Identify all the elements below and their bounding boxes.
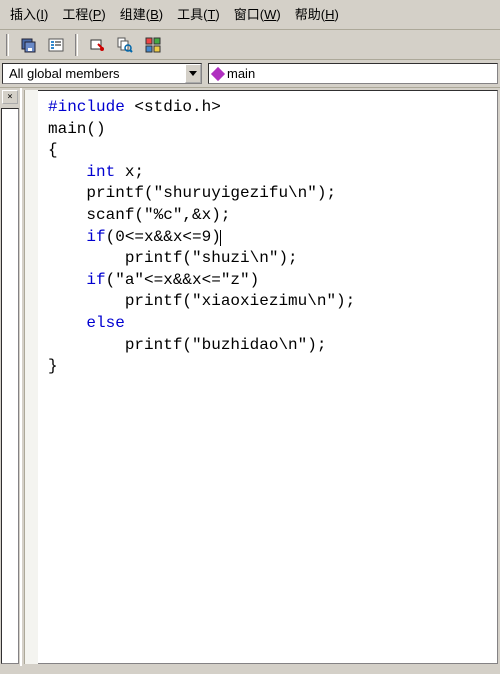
external-tool-button[interactable] — [86, 34, 108, 56]
main-area: × #include <stdio.h> main() { int x; pri… — [0, 88, 500, 666]
close-panel-button[interactable]: × — [2, 90, 18, 104]
menu-window[interactable]: 窗口(W) — [228, 2, 287, 25]
code-text: (0<=x&&x<=9) — [106, 228, 221, 246]
keyword-if: if — [86, 271, 105, 289]
include-file: <stdio.h> — [125, 98, 221, 116]
options-button[interactable] — [142, 34, 164, 56]
editor-gutter — [24, 90, 38, 664]
code-line: } — [48, 357, 58, 375]
function-combo[interactable]: main — [208, 63, 498, 84]
code-line: printf("buzhidao\n"); — [48, 336, 326, 354]
save-all-button[interactable] — [17, 34, 39, 56]
menubar: 插入(I) 工程(P) 组建(B) 工具(T) 窗口(W) 帮助(H) — [0, 0, 500, 30]
class-view-tree[interactable] — [1, 108, 19, 664]
code-line: printf("shuruyigezifu\n"); — [48, 184, 336, 202]
code-line: { — [48, 141, 58, 159]
code-line: main() — [48, 120, 106, 138]
code-text: ("a"<=x&&x<="z") — [106, 271, 260, 289]
find-in-files-button[interactable] — [114, 34, 136, 56]
menu-build[interactable]: 组建(B) — [114, 2, 169, 25]
text-caret — [220, 230, 221, 246]
toolbar-grip — [6, 34, 9, 56]
keyword-int: int — [86, 163, 115, 181]
function-icon — [211, 66, 225, 80]
scope-combo-text: All global members — [3, 66, 185, 81]
list-members-button[interactable] — [45, 34, 67, 56]
menu-help[interactable]: 帮助(H) — [289, 2, 345, 25]
code-line: printf("shuzi\n"); — [48, 249, 298, 267]
keyword-if: if — [86, 228, 105, 246]
code-area[interactable]: #include <stdio.h> main() { int x; print… — [38, 90, 498, 664]
code-line: printf("xiaoxiezimu\n"); — [48, 292, 355, 310]
function-combo-text: main — [227, 66, 255, 81]
scope-combo[interactable]: All global members — [2, 63, 202, 84]
menu-insert[interactable]: 插入(I) — [4, 2, 54, 25]
wizard-bar: All global members main — [0, 60, 500, 88]
chevron-down-icon[interactable] — [185, 64, 201, 83]
toolbar-sep-1 — [75, 34, 78, 56]
menu-project[interactable]: 工程(P) — [56, 2, 111, 25]
preproc: #include — [48, 98, 125, 116]
code-text: x; — [115, 163, 144, 181]
editor: #include <stdio.h> main() { int x; print… — [24, 90, 498, 664]
menu-tools[interactable]: 工具(T) — [171, 2, 226, 25]
workspace-panel: × — [0, 88, 22, 666]
toolbar — [0, 30, 500, 60]
code-line: scanf("%c",&x); — [48, 206, 230, 224]
keyword-else: else — [86, 314, 124, 332]
